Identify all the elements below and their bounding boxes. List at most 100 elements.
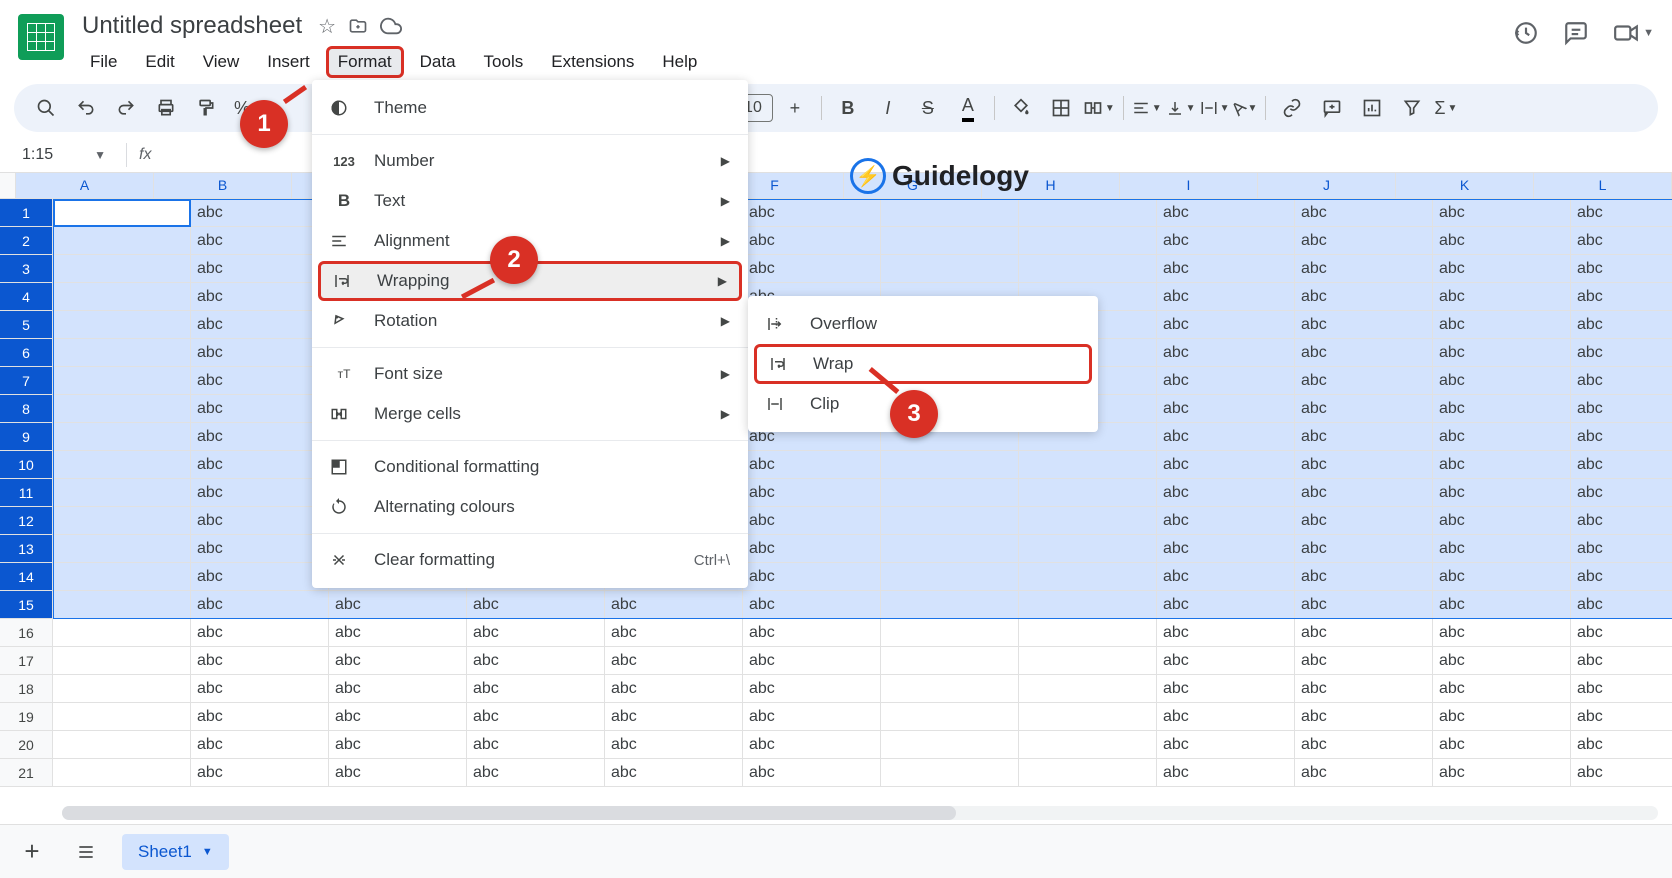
cell[interactable] — [53, 759, 191, 787]
cell[interactable] — [881, 563, 1019, 591]
cell[interactable]: abc — [191, 619, 329, 647]
text-color-icon[interactable]: A — [950, 90, 986, 126]
cell[interactable]: abc — [1433, 563, 1571, 591]
cell[interactable]: abc — [1295, 507, 1433, 535]
cell[interactable]: abc — [1157, 507, 1295, 535]
format-conditional[interactable]: Conditional formatting — [312, 447, 748, 487]
cell[interactable]: abc — [191, 591, 329, 619]
cell[interactable] — [53, 703, 191, 731]
cell[interactable]: abc — [191, 675, 329, 703]
row-header-20[interactable]: 20 — [0, 731, 52, 759]
cell[interactable] — [53, 423, 191, 451]
italic-icon[interactable]: I — [870, 90, 906, 126]
cell[interactable]: abc — [1433, 451, 1571, 479]
halign-icon[interactable]: ▼ — [1132, 90, 1162, 126]
row-header-15[interactable]: 15 — [0, 591, 52, 619]
cell[interactable]: abc — [329, 619, 467, 647]
cell[interactable]: abc — [1157, 423, 1295, 451]
menu-insert[interactable]: Insert — [255, 46, 322, 78]
menu-file[interactable]: File — [78, 46, 129, 78]
cell[interactable]: abc — [1433, 759, 1571, 787]
cell[interactable]: abc — [191, 479, 329, 507]
cell[interactable]: abc — [1295, 311, 1433, 339]
cell[interactable]: abc — [1295, 423, 1433, 451]
cell[interactable]: abc — [1295, 451, 1433, 479]
cell[interactable]: abc — [1295, 395, 1433, 423]
cell[interactable]: abc — [1157, 675, 1295, 703]
cell[interactable]: abc — [1571, 451, 1672, 479]
cell[interactable]: abc — [1571, 563, 1672, 591]
cell[interactable]: abc — [1571, 283, 1672, 311]
cell[interactable] — [53, 535, 191, 563]
cell[interactable]: abc — [1571, 367, 1672, 395]
format-rotation[interactable]: Rotation▶ — [312, 301, 748, 341]
row-header-13[interactable]: 13 — [0, 535, 52, 563]
format-fontsize[interactable]: ᴛTFont size▶ — [312, 354, 748, 394]
cell[interactable]: abc — [1295, 759, 1433, 787]
cell[interactable] — [881, 479, 1019, 507]
cell[interactable]: abc — [1157, 339, 1295, 367]
paint-format-icon[interactable] — [188, 90, 224, 126]
cell[interactable]: abc — [1433, 227, 1571, 255]
cell[interactable]: abc — [1157, 395, 1295, 423]
cell[interactable]: abc — [1571, 395, 1672, 423]
cell[interactable] — [53, 227, 191, 255]
cell[interactable]: abc — [191, 563, 329, 591]
cells-grid[interactable]: abcabcabcabcabcabcabcabcabcabcabcabcabca… — [53, 199, 1672, 787]
cell[interactable] — [53, 731, 191, 759]
cell[interactable] — [1019, 563, 1157, 591]
format-merge[interactable]: Merge cells▶ — [312, 394, 748, 434]
row-header-9[interactable]: 9 — [0, 423, 52, 451]
cell[interactable]: abc — [1157, 283, 1295, 311]
cell[interactable] — [53, 451, 191, 479]
cell[interactable] — [881, 227, 1019, 255]
cell[interactable]: abc — [329, 675, 467, 703]
cell[interactable]: abc — [467, 731, 605, 759]
cell[interactable] — [881, 535, 1019, 563]
row-header-2[interactable]: 2 — [0, 227, 52, 255]
cell[interactable] — [1019, 591, 1157, 619]
cell[interactable] — [53, 479, 191, 507]
cell[interactable]: abc — [743, 479, 881, 507]
menu-tools[interactable]: Tools — [472, 46, 536, 78]
cell[interactable]: abc — [1571, 535, 1672, 563]
cell[interactable]: abc — [1433, 619, 1571, 647]
cell[interactable]: abc — [743, 227, 881, 255]
cell[interactable]: abc — [191, 647, 329, 675]
cell[interactable]: abc — [1295, 619, 1433, 647]
column-header-L[interactable]: L — [1534, 173, 1672, 198]
cell[interactable] — [53, 507, 191, 535]
cell[interactable]: abc — [329, 759, 467, 787]
cell[interactable]: abc — [1295, 227, 1433, 255]
cell[interactable]: abc — [467, 759, 605, 787]
cell[interactable]: abc — [1295, 591, 1433, 619]
cell[interactable]: abc — [743, 703, 881, 731]
row-header-17[interactable]: 17 — [0, 647, 52, 675]
cell[interactable] — [53, 255, 191, 283]
star-icon[interactable]: ☆ — [318, 14, 336, 39]
sheets-logo[interactable] — [18, 14, 64, 60]
cell[interactable] — [53, 339, 191, 367]
menu-edit[interactable]: Edit — [133, 46, 186, 78]
rotate-icon[interactable]: A▼ — [1233, 90, 1257, 126]
cell[interactable]: abc — [1157, 451, 1295, 479]
menu-format[interactable]: Format — [326, 46, 404, 78]
cell[interactable]: abc — [329, 591, 467, 619]
cell[interactable]: abc — [1295, 367, 1433, 395]
cell[interactable]: abc — [191, 451, 329, 479]
valign-icon[interactable]: ▼ — [1166, 90, 1196, 126]
wrapping-wrap[interactable]: Wrap — [754, 344, 1092, 384]
fill-color-icon[interactable] — [1003, 90, 1039, 126]
cell[interactable] — [53, 311, 191, 339]
print-icon[interactable] — [148, 90, 184, 126]
cell[interactable] — [53, 619, 191, 647]
column-header-I[interactable]: I — [1120, 173, 1258, 198]
cell[interactable]: abc — [1157, 563, 1295, 591]
cell[interactable]: abc — [1571, 675, 1672, 703]
cell[interactable]: abc — [1433, 367, 1571, 395]
cloud-status-icon[interactable] — [380, 15, 402, 37]
cell[interactable]: abc — [743, 451, 881, 479]
row-header-18[interactable]: 18 — [0, 675, 52, 703]
cell[interactable]: abc — [329, 703, 467, 731]
functions-icon[interactable]: Σ▼ — [1434, 90, 1457, 126]
